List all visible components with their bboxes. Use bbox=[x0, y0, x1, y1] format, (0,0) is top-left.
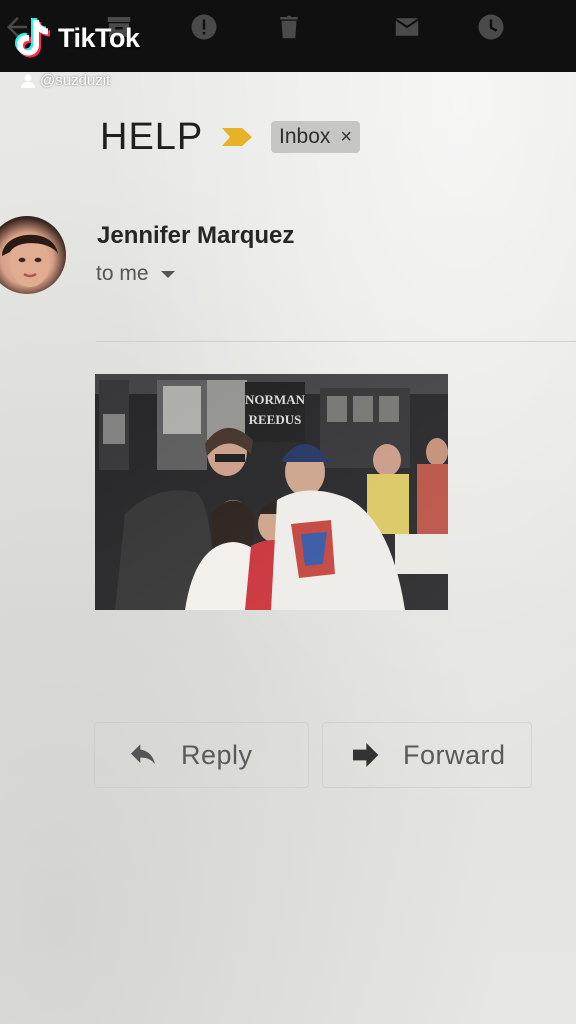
tiktok-note-icon bbox=[14, 16, 54, 60]
important-marker-icon[interactable] bbox=[220, 126, 254, 148]
header-divider bbox=[96, 341, 576, 342]
reply-label: Reply bbox=[181, 739, 253, 770]
snooze-icon[interactable] bbox=[474, 10, 508, 44]
tiktok-username: @suzduzit bbox=[20, 72, 110, 89]
forward-icon bbox=[353, 743, 379, 767]
forward-label: Forward bbox=[403, 739, 506, 770]
chevron-down-icon[interactable] bbox=[160, 270, 175, 278]
tiktok-username-text: @suzduzit bbox=[40, 72, 111, 89]
recipient-details[interactable]: to me bbox=[96, 262, 175, 286]
tiktok-logo: TikTok bbox=[14, 16, 140, 60]
tiktok-brand: TikTok bbox=[58, 22, 140, 53]
inbox-label-text: Inbox bbox=[279, 125, 331, 148]
delete-icon[interactable] bbox=[272, 10, 306, 44]
reply-icon bbox=[131, 744, 155, 765]
mark-unread-icon[interactable] bbox=[390, 10, 424, 44]
sender-name[interactable]: Jennifer Marquez bbox=[97, 222, 294, 250]
reply-button[interactable]: Reply bbox=[94, 722, 309, 788]
email-subject: HELP bbox=[100, 116, 204, 158]
report-spam-icon[interactable] bbox=[187, 10, 221, 44]
forward-button[interactable]: Forward bbox=[322, 722, 532, 788]
attached-photo[interactable]: NORMAN REEDUS bbox=[95, 374, 448, 610]
recipient-text: to me bbox=[96, 262, 149, 285]
inbox-label-chip: Inbox × bbox=[271, 121, 361, 153]
remove-label-icon[interactable]: × bbox=[340, 126, 352, 149]
user-icon bbox=[21, 74, 35, 88]
